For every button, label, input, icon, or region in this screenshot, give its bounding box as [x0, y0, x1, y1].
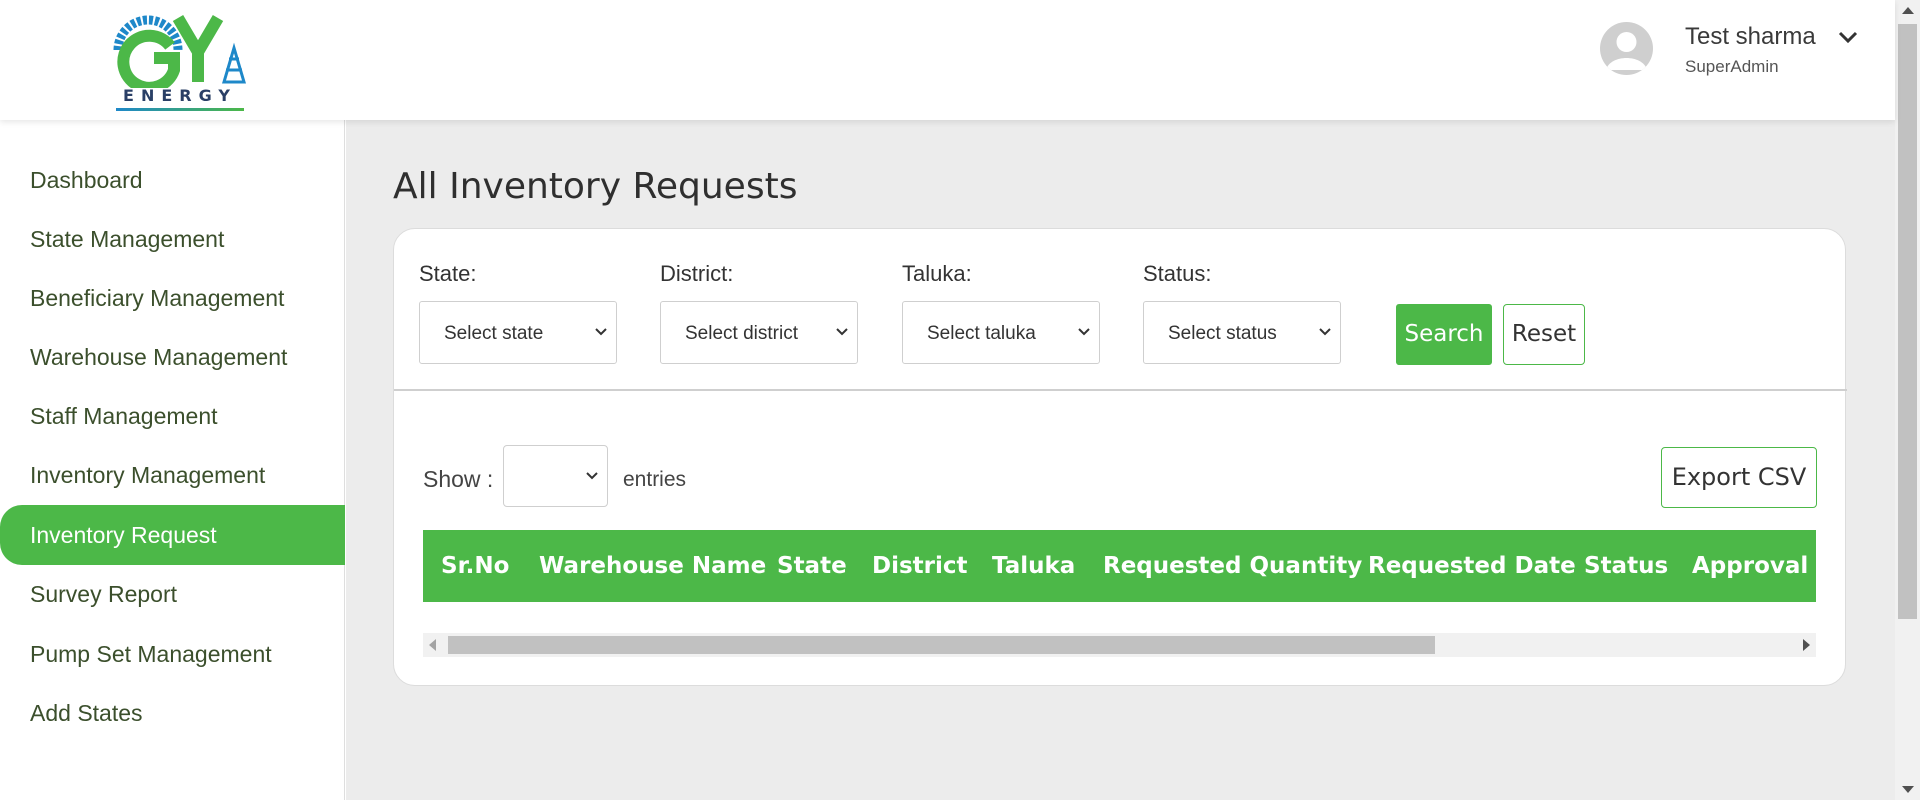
entries-label: entries [623, 468, 687, 491]
sidebar-item-state-management[interactable]: State Management [0, 209, 345, 269]
user-role: SuperAdmin [1685, 57, 1779, 76]
logo-underline [116, 108, 244, 111]
export-csv-button[interactable]: Export CSV [1661, 447, 1817, 508]
taluka-filter-label: Taluka: [902, 261, 972, 286]
chevron-down-icon [586, 472, 598, 480]
status-select-value: Select status [1168, 323, 1277, 344]
column-header-state[interactable]: State [777, 530, 847, 602]
search-button[interactable]: Search [1396, 304, 1492, 365]
chevron-down-icon [595, 328, 607, 336]
sidebar: Dashboard State Management Beneficiary M… [0, 120, 345, 800]
column-header-taluka[interactable]: Taluka [992, 530, 1075, 602]
sidebar-item-pump-set-management[interactable]: Pump Set Management [0, 624, 345, 684]
column-header-status[interactable]: Status [1584, 530, 1668, 602]
column-header-requested-quantity[interactable]: Requested Quantity [1103, 530, 1362, 602]
page-title: All Inventory Requests [393, 166, 798, 207]
status-filter-label: Status: [1143, 261, 1212, 286]
sidebar-item-staff-management[interactable]: Staff Management [0, 386, 345, 446]
requests-table: Sr.No Warehouse Name State District Talu… [423, 530, 1816, 602]
chevron-down-icon[interactable] [1837, 28, 1859, 46]
state-select[interactable]: Select state [419, 301, 617, 364]
sidebar-item-warehouse-management[interactable]: Warehouse Management [0, 327, 345, 387]
logo-mark [113, 14, 247, 94]
sidebar-item-add-states[interactable]: Add States [0, 683, 345, 743]
scroll-down-arrow-icon[interactable] [1902, 786, 1914, 793]
taluka-select-value: Select taluka [927, 323, 1036, 344]
table-horizontal-scrollbar[interactable] [423, 633, 1816, 657]
column-header-warehouse-name[interactable]: Warehouse Name [539, 530, 766, 602]
company-logo[interactable]: ENERGY [112, 12, 248, 112]
main-content: All Inventory Requests State: Select sta… [346, 120, 1895, 800]
scroll-left-arrow-icon[interactable] [429, 639, 436, 651]
scroll-right-arrow-icon[interactable] [1803, 639, 1810, 651]
column-header-district[interactable]: District [872, 530, 968, 602]
user-menu[interactable]: Test sharma SuperAdmin [1600, 22, 1880, 82]
sidebar-item-beneficiary-management[interactable]: Beneficiary Management [0, 268, 345, 328]
avatar[interactable] [1600, 22, 1653, 75]
column-header-sr-no[interactable]: Sr.No [441, 530, 509, 602]
chevron-down-icon [1319, 328, 1331, 336]
column-header-approval-status[interactable]: Approval S [1692, 530, 1816, 602]
user-name[interactable]: Test sharma [1685, 23, 1816, 51]
state-select-value: Select state [444, 323, 544, 344]
table-header-row: Sr.No Warehouse Name State District Talu… [423, 530, 1816, 602]
divider [394, 389, 1847, 391]
sidebar-item-dashboard[interactable]: Dashboard [0, 150, 345, 210]
requests-card: State: Select state District: Select dis… [393, 228, 1847, 686]
page-vertical-scrollbar[interactable] [1895, 0, 1920, 800]
user-icon [1606, 32, 1647, 70]
sidebar-item-survey-report[interactable]: Survey Report [0, 564, 345, 624]
column-header-requested-date[interactable]: Requested Date [1368, 530, 1576, 602]
top-header: ENERGY Test sharma SuperAdmin [0, 0, 1895, 120]
chevron-down-icon [1078, 328, 1090, 336]
district-select-value: Select district [685, 323, 798, 344]
scrollbar-thumb[interactable] [448, 636, 1435, 654]
reset-button[interactable]: Reset [1503, 304, 1585, 365]
district-select[interactable]: Select district [660, 301, 858, 364]
sidebar-item-inventory-management[interactable]: Inventory Management [0, 445, 345, 505]
scrollbar-thumb[interactable] [1898, 24, 1917, 619]
show-entries-label: Show : [423, 466, 494, 492]
district-filter-label: District: [660, 261, 734, 286]
entries-select[interactable] [503, 445, 608, 507]
scroll-up-arrow-icon[interactable] [1902, 7, 1914, 14]
taluka-select[interactable]: Select taluka [902, 301, 1100, 364]
logo-wordmark: ENERGY [123, 86, 237, 105]
chevron-down-icon [836, 328, 848, 336]
sidebar-item-inventory-request[interactable]: Inventory Request [0, 505, 345, 565]
status-select[interactable]: Select status [1143, 301, 1341, 364]
state-filter-label: State: [419, 261, 477, 286]
